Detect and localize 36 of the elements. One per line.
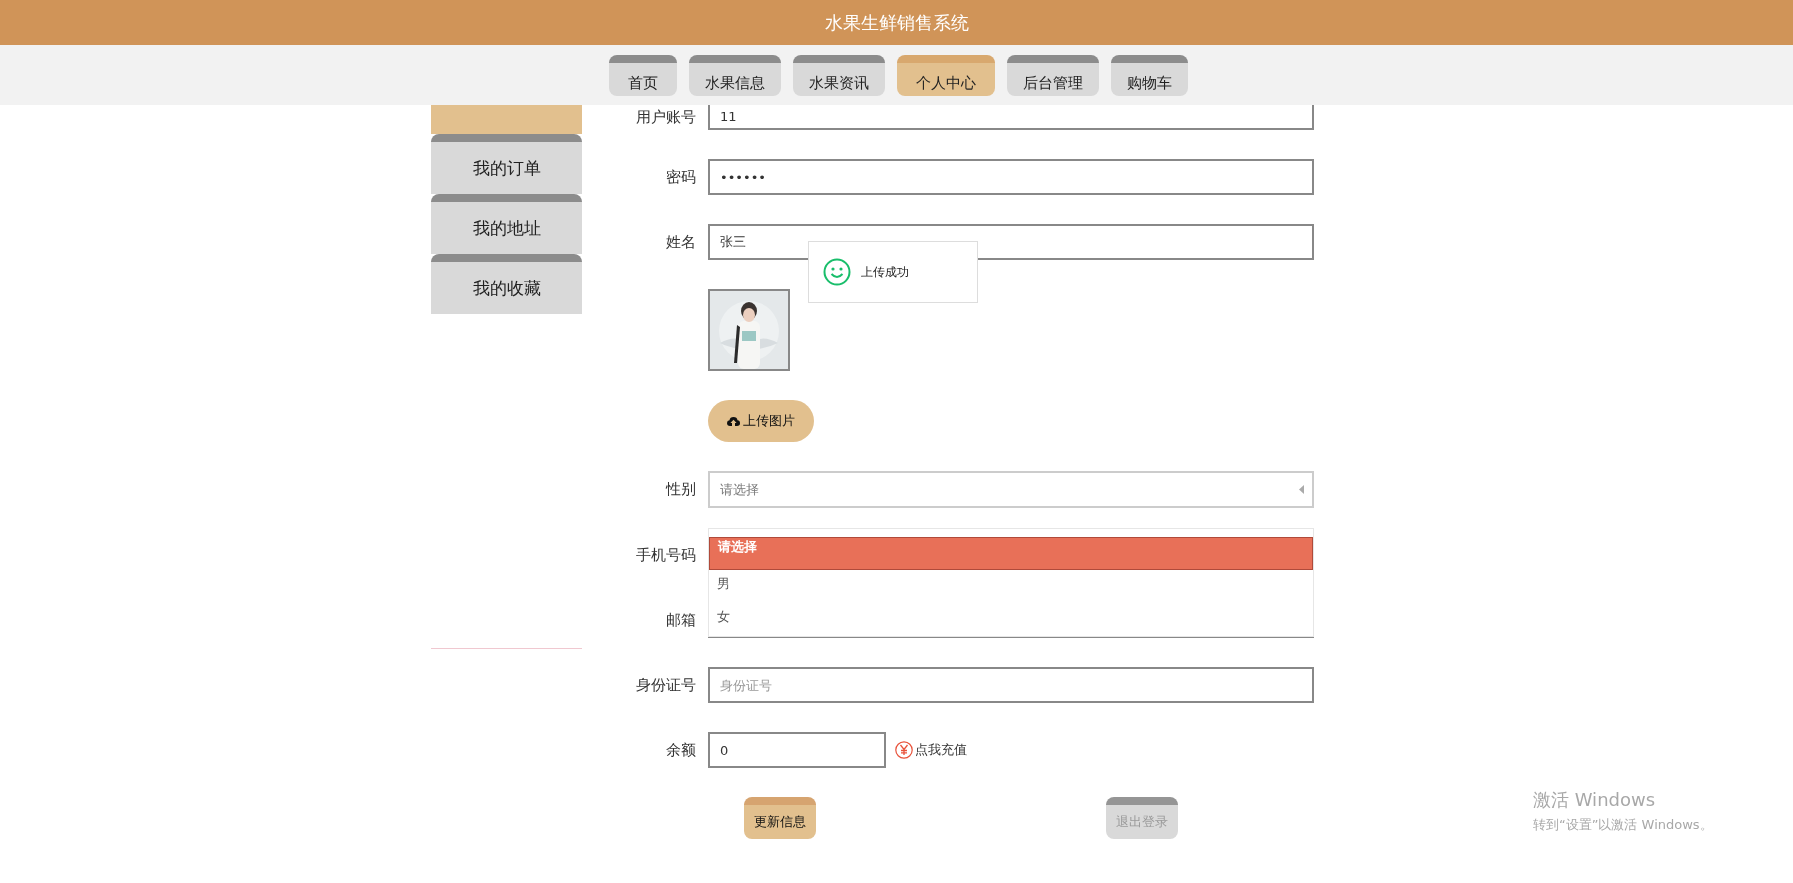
dropdown-option[interactable]: 男 (709, 570, 1313, 603)
nav-tab[interactable]: 首页 (608, 55, 677, 96)
sidebar-item[interactable]: 我的订单 (431, 134, 582, 194)
upload-button[interactable]: 上传图片 (708, 400, 814, 442)
field-label: 姓名 (665, 232, 696, 252)
field-label: 余额 (665, 740, 696, 760)
nav-tab[interactable]: 个人中心 (896, 55, 995, 96)
dropdown-option[interactable]: 女 (709, 603, 1313, 636)
smile-icon (823, 258, 851, 286)
nav-tab[interactable]: 购物车 (1110, 55, 1188, 96)
action-button[interactable]: 更新信息 (744, 797, 816, 839)
caret-icon (1299, 485, 1304, 494)
sidebar-item[interactable] (431, 105, 582, 134)
site-title: 水果生鲜销售系统 (824, 10, 969, 35)
field-label: 用户账号 (635, 108, 696, 127)
activation-title: 激活 Windows (1533, 788, 1657, 812)
cloud-upload-icon (727, 415, 740, 427)
select-field[interactable]: 请选择 (708, 471, 1314, 508)
yen-icon (895, 741, 913, 759)
input-field[interactable]: 11 (708, 105, 1314, 130)
field-label: 身份证号 (635, 675, 696, 695)
field-label: 手机号码 (635, 545, 696, 565)
field-label: 密码 (665, 167, 696, 187)
activation-hint: 转到“设置”以激活 Windows。 (1533, 816, 1713, 834)
sidebar-item[interactable]: 我的收藏 (431, 254, 582, 314)
field-label: 邮箱 (665, 610, 696, 630)
input-field[interactable]: •••••• (708, 159, 1314, 195)
input-field[interactable]: 身份证号 (708, 667, 1314, 703)
input-field[interactable]: 0 (708, 732, 886, 768)
toast-text: 上传成功 (861, 263, 909, 281)
nav-tab[interactable]: 水果信息 (688, 55, 781, 96)
sidebar-item[interactable]: 我的地址 (431, 194, 582, 254)
field-label: 性别 (664, 480, 696, 499)
recharge-link[interactable]: 点我充值 (915, 741, 967, 759)
nav-tab[interactable]: 后台管理 (1006, 55, 1099, 96)
nav-tab[interactable]: 水果资讯 (792, 55, 885, 96)
